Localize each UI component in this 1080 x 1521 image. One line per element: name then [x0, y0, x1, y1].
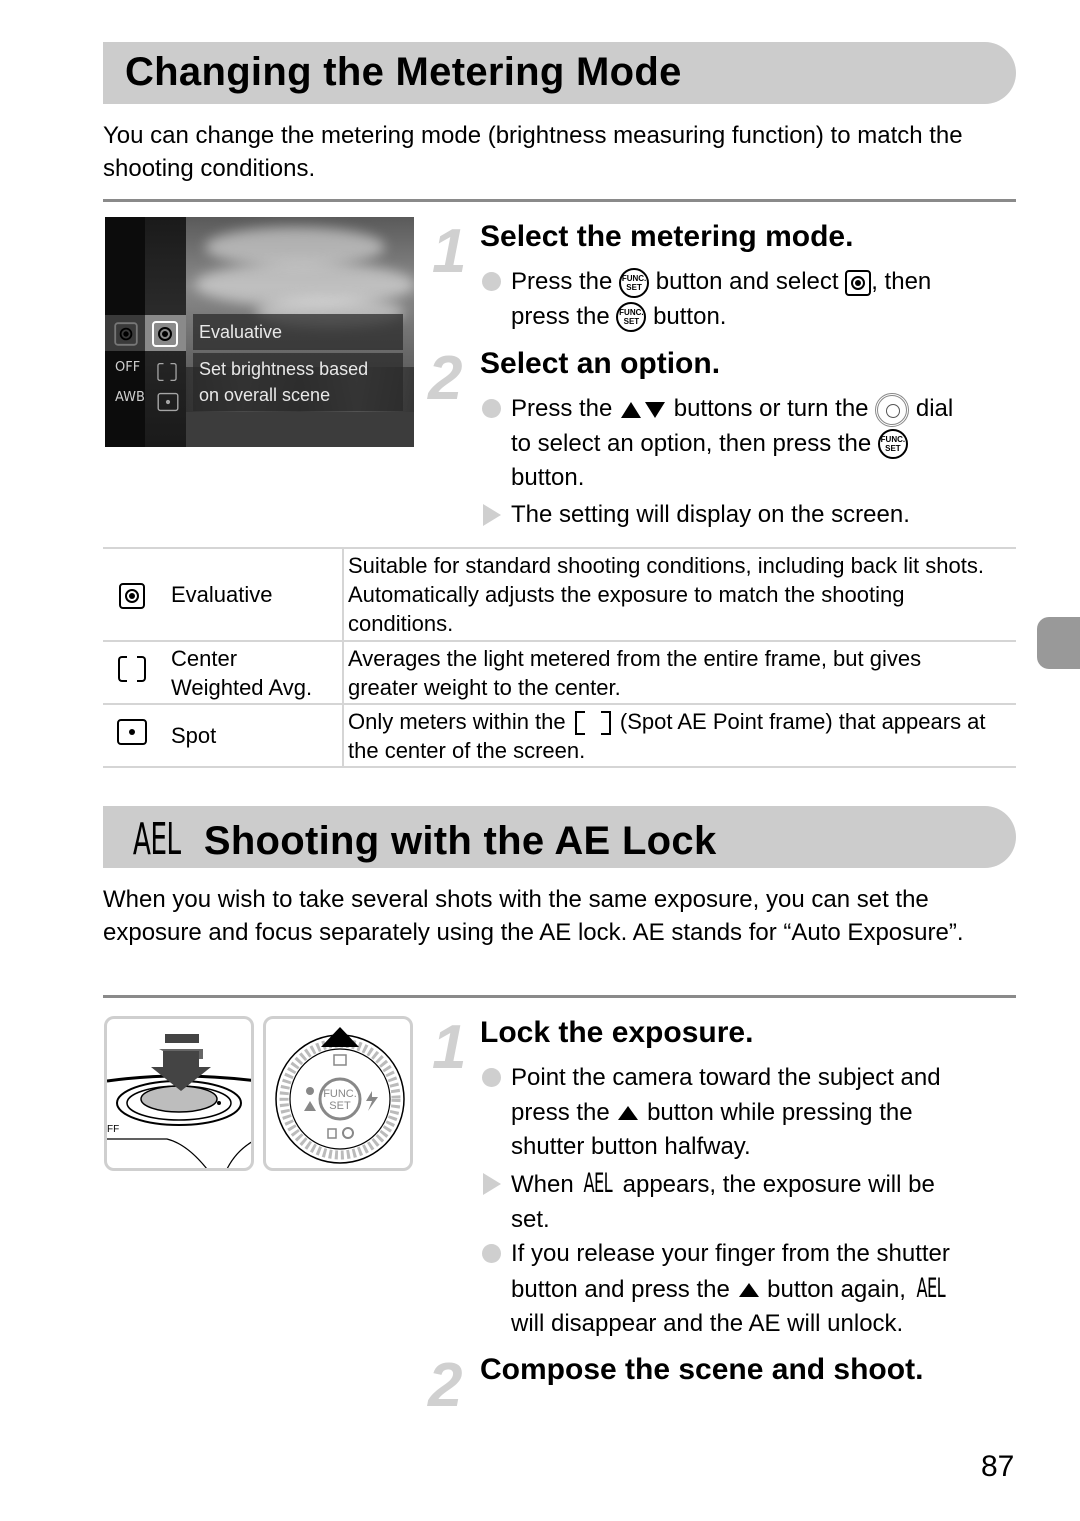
up-arrow-icon — [621, 401, 642, 418]
text: shutter button halfway. — [511, 1133, 751, 1160]
text: buttons or turn the — [673, 395, 869, 422]
section-header-metering-mode: Changing the Metering Mode — [103, 42, 1016, 104]
section-header-ae-lock: AEL Shooting with the AE Lock — [103, 806, 1016, 868]
option-description-line: on overall scene — [199, 385, 331, 405]
evaluative-icon — [845, 269, 872, 296]
step-number: 2 — [428, 1351, 463, 1420]
camera-lcd-screenshot: OFF AWB Evaluative Set brightness based … — [105, 217, 414, 447]
control-dial-illustration: FUNC. SET — [263, 1016, 413, 1171]
table-row: Spot Only meters within the (Spot AE Poi… — [103, 703, 1016, 768]
func-set-icon: FUNC. SET — [616, 302, 647, 333]
func-set-icon: FUNC. SET — [619, 267, 650, 298]
text: press the — [511, 1098, 610, 1126]
bullet-icon — [482, 399, 501, 418]
ael-icon: AEL — [916, 1272, 945, 1304]
step-number: 2 — [428, 344, 463, 413]
step-title: Select an option. — [480, 347, 721, 380]
evaluative-icon — [152, 321, 178, 347]
metering-modes-table: Evaluative Suitable for standard shootin… — [103, 547, 1016, 768]
up-button-icon — [618, 1106, 639, 1121]
divider — [103, 199, 1016, 202]
evaluative-metering-icon — [119, 583, 145, 610]
bullet-icon — [482, 1244, 501, 1263]
section-intro: When you wish to take several shots with… — [103, 886, 964, 946]
text: dial — [915, 395, 954, 422]
up-button-icon — [738, 1283, 759, 1298]
instruction-result: The setting will display on the screen. — [480, 498, 1020, 533]
center-weighted-icon — [157, 362, 177, 382]
result-arrow-icon — [483, 504, 501, 526]
mode-name: Evaluative — [161, 547, 344, 642]
step-title: Lock the exposure. — [480, 1016, 754, 1049]
control-dial-icon — [875, 392, 910, 427]
spot-metering-icon — [117, 719, 147, 745]
step-title: Compose the scene and shoot. — [480, 1353, 924, 1386]
text: will disappear and the AE will unlock. — [511, 1310, 904, 1337]
option-title: Evaluative — [193, 314, 403, 350]
text: set. — [511, 1205, 550, 1233]
text: button again, — [767, 1275, 906, 1303]
awb-icon: AWB — [115, 390, 145, 405]
text: press the — [511, 302, 610, 330]
text: button. — [653, 302, 727, 330]
option-description-line: Set brightness based — [199, 359, 369, 379]
off-label: FF — [107, 1124, 119, 1135]
text: button and select — [655, 268, 839, 295]
mode-description: Only meters within the (Spot AE Point fr… — [343, 703, 1016, 768]
text: button. — [511, 464, 585, 492]
ael-icon: AEL — [132, 814, 181, 865]
water — [186, 412, 414, 447]
func-set-icon: FUNC. SET — [877, 429, 908, 460]
shutter-press-drawing: FF — [107, 1034, 251, 1168]
instruction-result: When AEL appears, the exposure will be s… — [480, 1167, 1020, 1237]
dial-drawing: FUNC. SET — [275, 1027, 405, 1164]
instruction-bullet: Point the camera toward the subject and … — [480, 1061, 1020, 1165]
result-arrow-icon — [483, 1173, 501, 1195]
section-title: AEL Shooting with the AE Lock — [125, 814, 717, 865]
evaluative-icon — [114, 322, 138, 346]
spot-frame-left-bracket-icon — [574, 710, 585, 735]
mode-name: Center Weighted Avg. — [161, 640, 344, 705]
ael-icon: AEL — [583, 1168, 613, 1199]
section-intro: You can change the metering mode (bright… — [103, 122, 963, 182]
text: to select an option, then press the — [511, 429, 872, 457]
center-weighted-metering-icon — [118, 656, 146, 682]
instruction-bullet: Press the FUNC. SET button and select , t… — [480, 265, 1020, 334]
func-label: FUNC. — [323, 1088, 357, 1100]
divider — [103, 995, 1016, 998]
down-arrow-icon — [645, 401, 666, 418]
bullet-icon — [482, 272, 501, 291]
table-row: Center Weighted Avg. Averages the light … — [103, 640, 1016, 705]
flash-off-icon: OFF — [115, 360, 141, 375]
step-title: Select the metering mode. — [480, 220, 854, 253]
shutter-button-illustration: FF — [104, 1016, 254, 1171]
step-number: 1 — [432, 1013, 467, 1082]
text: The setting will display on the screen. — [511, 501, 910, 528]
step-number: 1 — [432, 217, 467, 286]
text: button and press the — [511, 1275, 730, 1303]
mode-name: Spot — [161, 703, 344, 768]
mode-description: Averages the light metered from the enti… — [343, 640, 1016, 705]
chapter-tab — [1037, 617, 1080, 669]
bullet-icon — [482, 1068, 501, 1087]
text: If you release your finger from the shut… — [511, 1240, 950, 1267]
text: Press the — [511, 395, 613, 422]
text: Point the camera toward the subject and — [511, 1064, 941, 1091]
spot-frame-right-bracket-icon — [600, 710, 611, 735]
table-row: Evaluative Suitable for standard shootin… — [103, 547, 1016, 642]
set-label: SET — [329, 1100, 351, 1112]
section-title-text: Shooting with the AE Lock — [203, 819, 717, 863]
instruction-bullet: If you release your finger from the shut… — [480, 1237, 1020, 1342]
text: appears, the exposure will be — [622, 1171, 935, 1198]
text: button while pressing the — [647, 1098, 913, 1126]
instruction-bullet: Press the buttons or turn the dial to se… — [480, 392, 1020, 496]
text: Press the — [511, 268, 613, 295]
mode-description: Suitable for standard shooting condition… — [343, 547, 1016, 642]
spot-icon — [157, 392, 179, 412]
text: , then — [871, 268, 932, 295]
page-number: 87 — [981, 1450, 1015, 1483]
option-description: Set brightness based on overall scene — [193, 353, 403, 411]
text: When — [511, 1171, 574, 1198]
section-title: Changing the Metering Mode — [125, 50, 682, 94]
